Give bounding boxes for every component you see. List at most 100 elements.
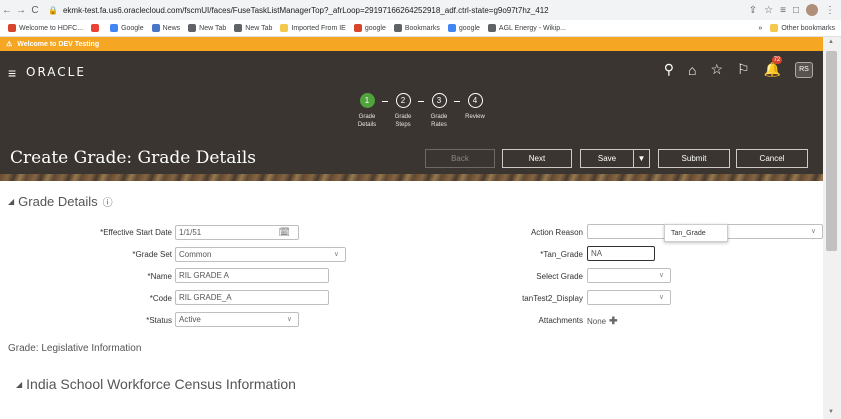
action-buttons: Cancel bbox=[736, 149, 808, 168]
other-bookmarks-link[interactable]: Other bookmarks bbox=[781, 25, 835, 32]
grade-set-select[interactable]: Common ∨ bbox=[175, 247, 346, 262]
collapse-triangle-icon[interactable]: ◢ bbox=[8, 197, 14, 206]
bookmark-item[interactable]: google bbox=[447, 24, 480, 32]
bookmark-favicon-icon bbox=[353, 24, 362, 32]
action-buttons: Submit bbox=[658, 149, 730, 168]
bookmark-item[interactable]: google bbox=[353, 24, 386, 32]
save-menu-button[interactable]: ▼ bbox=[634, 149, 650, 168]
bookmark-item[interactable]: AGL Energy - Wikip... bbox=[487, 24, 566, 32]
train-stop-label: Review bbox=[465, 114, 485, 120]
select-grade-label: Select Grade bbox=[536, 272, 583, 281]
train-stop-grade-details[interactable]: 1 Grade Details bbox=[352, 93, 382, 129]
flag-icon[interactable]: ⚐ bbox=[737, 61, 750, 78]
environment-banner-text: Welcome to DEV Testing bbox=[17, 40, 100, 48]
search-icon[interactable]: ⚲ bbox=[664, 61, 674, 78]
globe-icon bbox=[234, 24, 243, 32]
globe-icon bbox=[188, 24, 197, 32]
wikipedia-icon bbox=[487, 24, 496, 32]
action-buttons: Back bbox=[425, 149, 495, 168]
reading-list-icon[interactable]: ≡ bbox=[780, 5, 786, 16]
tan-grade-tooltip: Tan_Grade bbox=[664, 224, 728, 242]
tan-grade-field[interactable]: NA bbox=[587, 246, 655, 261]
cancel-button[interactable]: Cancel bbox=[736, 149, 808, 168]
save-button-group: Save ▼ bbox=[580, 149, 650, 168]
warning-icon: ⚠ bbox=[6, 41, 13, 48]
folder-icon bbox=[280, 24, 289, 32]
action-buttons: Next bbox=[502, 149, 572, 168]
bookmark-item[interactable]: M bbox=[91, 24, 102, 32]
train-stop-label: Grade Details bbox=[357, 114, 377, 128]
notifications-bell-icon[interactable]: 🔔 72 bbox=[764, 56, 783, 78]
back-button[interactable]: Back bbox=[425, 149, 495, 168]
folder-icon bbox=[770, 24, 779, 32]
action-reason-label: Action Reason bbox=[530, 228, 583, 237]
calendar-icon[interactable]: 🗓 bbox=[279, 227, 290, 238]
more-menu-icon[interactable]: ⋮ bbox=[825, 5, 835, 16]
bookmark-item[interactable]: Bookmarks bbox=[393, 24, 440, 32]
scroll-up-arrow-icon[interactable]: ▲ bbox=[828, 39, 834, 45]
bookmarks-bar: Welcome to HDFC... M Google News New Tab… bbox=[0, 20, 841, 37]
bookmark-item[interactable]: Welcome to HDFC... bbox=[8, 24, 83, 32]
section-title: Grade Details bbox=[18, 194, 98, 209]
code-field[interactable]: RIL GRADE_A bbox=[175, 290, 329, 305]
effective-start-date-field[interactable]: 1/1/51 🗓 bbox=[175, 225, 299, 240]
tantest2-display-select[interactable]: ∨ bbox=[587, 290, 671, 305]
page-scrollbar[interactable]: ▲ ▼ bbox=[823, 37, 841, 419]
attachments-label: Attachments bbox=[538, 316, 583, 325]
google-icon bbox=[110, 24, 119, 32]
user-avatar[interactable]: RS bbox=[795, 61, 813, 78]
train-stop-number: 1 bbox=[359, 93, 375, 108]
back-arrow-icon[interactable]: ← bbox=[0, 5, 14, 16]
scroll-down-arrow-icon[interactable]: ▼ bbox=[828, 409, 834, 415]
google-icon bbox=[447, 24, 456, 32]
bookmark-item[interactable]: Imported From IE bbox=[280, 24, 346, 32]
status-label: *Status bbox=[146, 316, 172, 325]
train-stop-label: Grade Rates bbox=[430, 114, 448, 128]
census-section-header[interactable]: ◢ India School Workforce Census Informat… bbox=[16, 376, 296, 392]
legislative-information-heading: Grade: Legislative Information bbox=[8, 343, 142, 354]
save-button[interactable]: Save bbox=[580, 149, 634, 168]
address-bar[interactable]: 🔒 ekmk-test.fa.us6.oraclecloud.com/fscmU… bbox=[48, 6, 749, 15]
more-bookmarks-button[interactable]: » bbox=[758, 25, 762, 32]
process-train: 1 Grade Details 2 Grade Steps 3 Grade Ra… bbox=[352, 93, 490, 129]
oracle-logo[interactable]: ORACLE bbox=[26, 65, 86, 79]
notification-count-badge: 72 bbox=[771, 56, 783, 64]
train-stop-review[interactable]: 4 Review bbox=[460, 93, 490, 121]
scrollbar-thumb[interactable] bbox=[826, 51, 837, 251]
bookmark-item[interactable]: New Tab bbox=[234, 24, 272, 32]
bookmark-item[interactable]: Google bbox=[110, 24, 144, 32]
name-field[interactable]: RIL GRADE A bbox=[175, 268, 329, 283]
global-header-icons: ⚲ ⌂ ☆ ⚐ 🔔 72 RS bbox=[664, 56, 813, 78]
bookmark-favicon-icon bbox=[8, 24, 16, 32]
decorative-header-strip bbox=[0, 174, 823, 181]
bookmark-item[interactable]: New Tab bbox=[188, 24, 226, 32]
grade-details-section-header[interactable]: ◢ Grade Details ⓘ bbox=[8, 194, 113, 209]
favorites-star-icon[interactable]: ☆ bbox=[710, 61, 723, 78]
grade-set-label: *Grade Set bbox=[132, 250, 172, 259]
next-button[interactable]: Next bbox=[502, 149, 572, 168]
status-select[interactable]: Active ∨ bbox=[175, 312, 299, 327]
profile-avatar[interactable] bbox=[806, 4, 818, 16]
attachments-value: None ✚ bbox=[587, 316, 618, 327]
window-icon[interactable]: □ bbox=[793, 5, 799, 16]
collapse-triangle-icon[interactable]: ◢ bbox=[16, 380, 22, 389]
bookmark-item[interactable]: News bbox=[151, 24, 180, 32]
news-icon bbox=[151, 24, 160, 32]
star-icon[interactable]: ☆ bbox=[764, 5, 773, 16]
submit-button[interactable]: Submit bbox=[658, 149, 730, 168]
page-header: ≡ ORACLE ⚲ ⌂ ☆ ⚐ 🔔 72 RS 1 Grade Details … bbox=[0, 51, 823, 181]
train-stop-grade-rates[interactable]: 3 Grade Rates bbox=[424, 93, 454, 129]
forward-arrow-icon[interactable]: → bbox=[14, 5, 28, 16]
train-stop-grade-steps[interactable]: 2 Grade Steps bbox=[388, 93, 418, 129]
page-title: Create Grade: Grade Details bbox=[10, 148, 256, 168]
reload-icon[interactable]: C bbox=[28, 5, 42, 16]
share-icon[interactable]: ⇪ bbox=[749, 5, 757, 16]
hamburger-menu-icon[interactable]: ≡ bbox=[8, 65, 16, 81]
select-grade-select[interactable]: ∨ bbox=[587, 268, 671, 283]
browser-toolbar: ← → C 🔒 ekmk-test.fa.us6.oraclecloud.com… bbox=[0, 0, 841, 20]
code-label: *Code bbox=[149, 294, 172, 303]
help-icon[interactable]: ⓘ bbox=[103, 194, 113, 209]
add-attachment-icon[interactable]: ✚ bbox=[609, 316, 617, 327]
home-icon[interactable]: ⌂ bbox=[688, 62, 696, 78]
tan-grade-label: *Tan_Grade bbox=[540, 250, 583, 259]
